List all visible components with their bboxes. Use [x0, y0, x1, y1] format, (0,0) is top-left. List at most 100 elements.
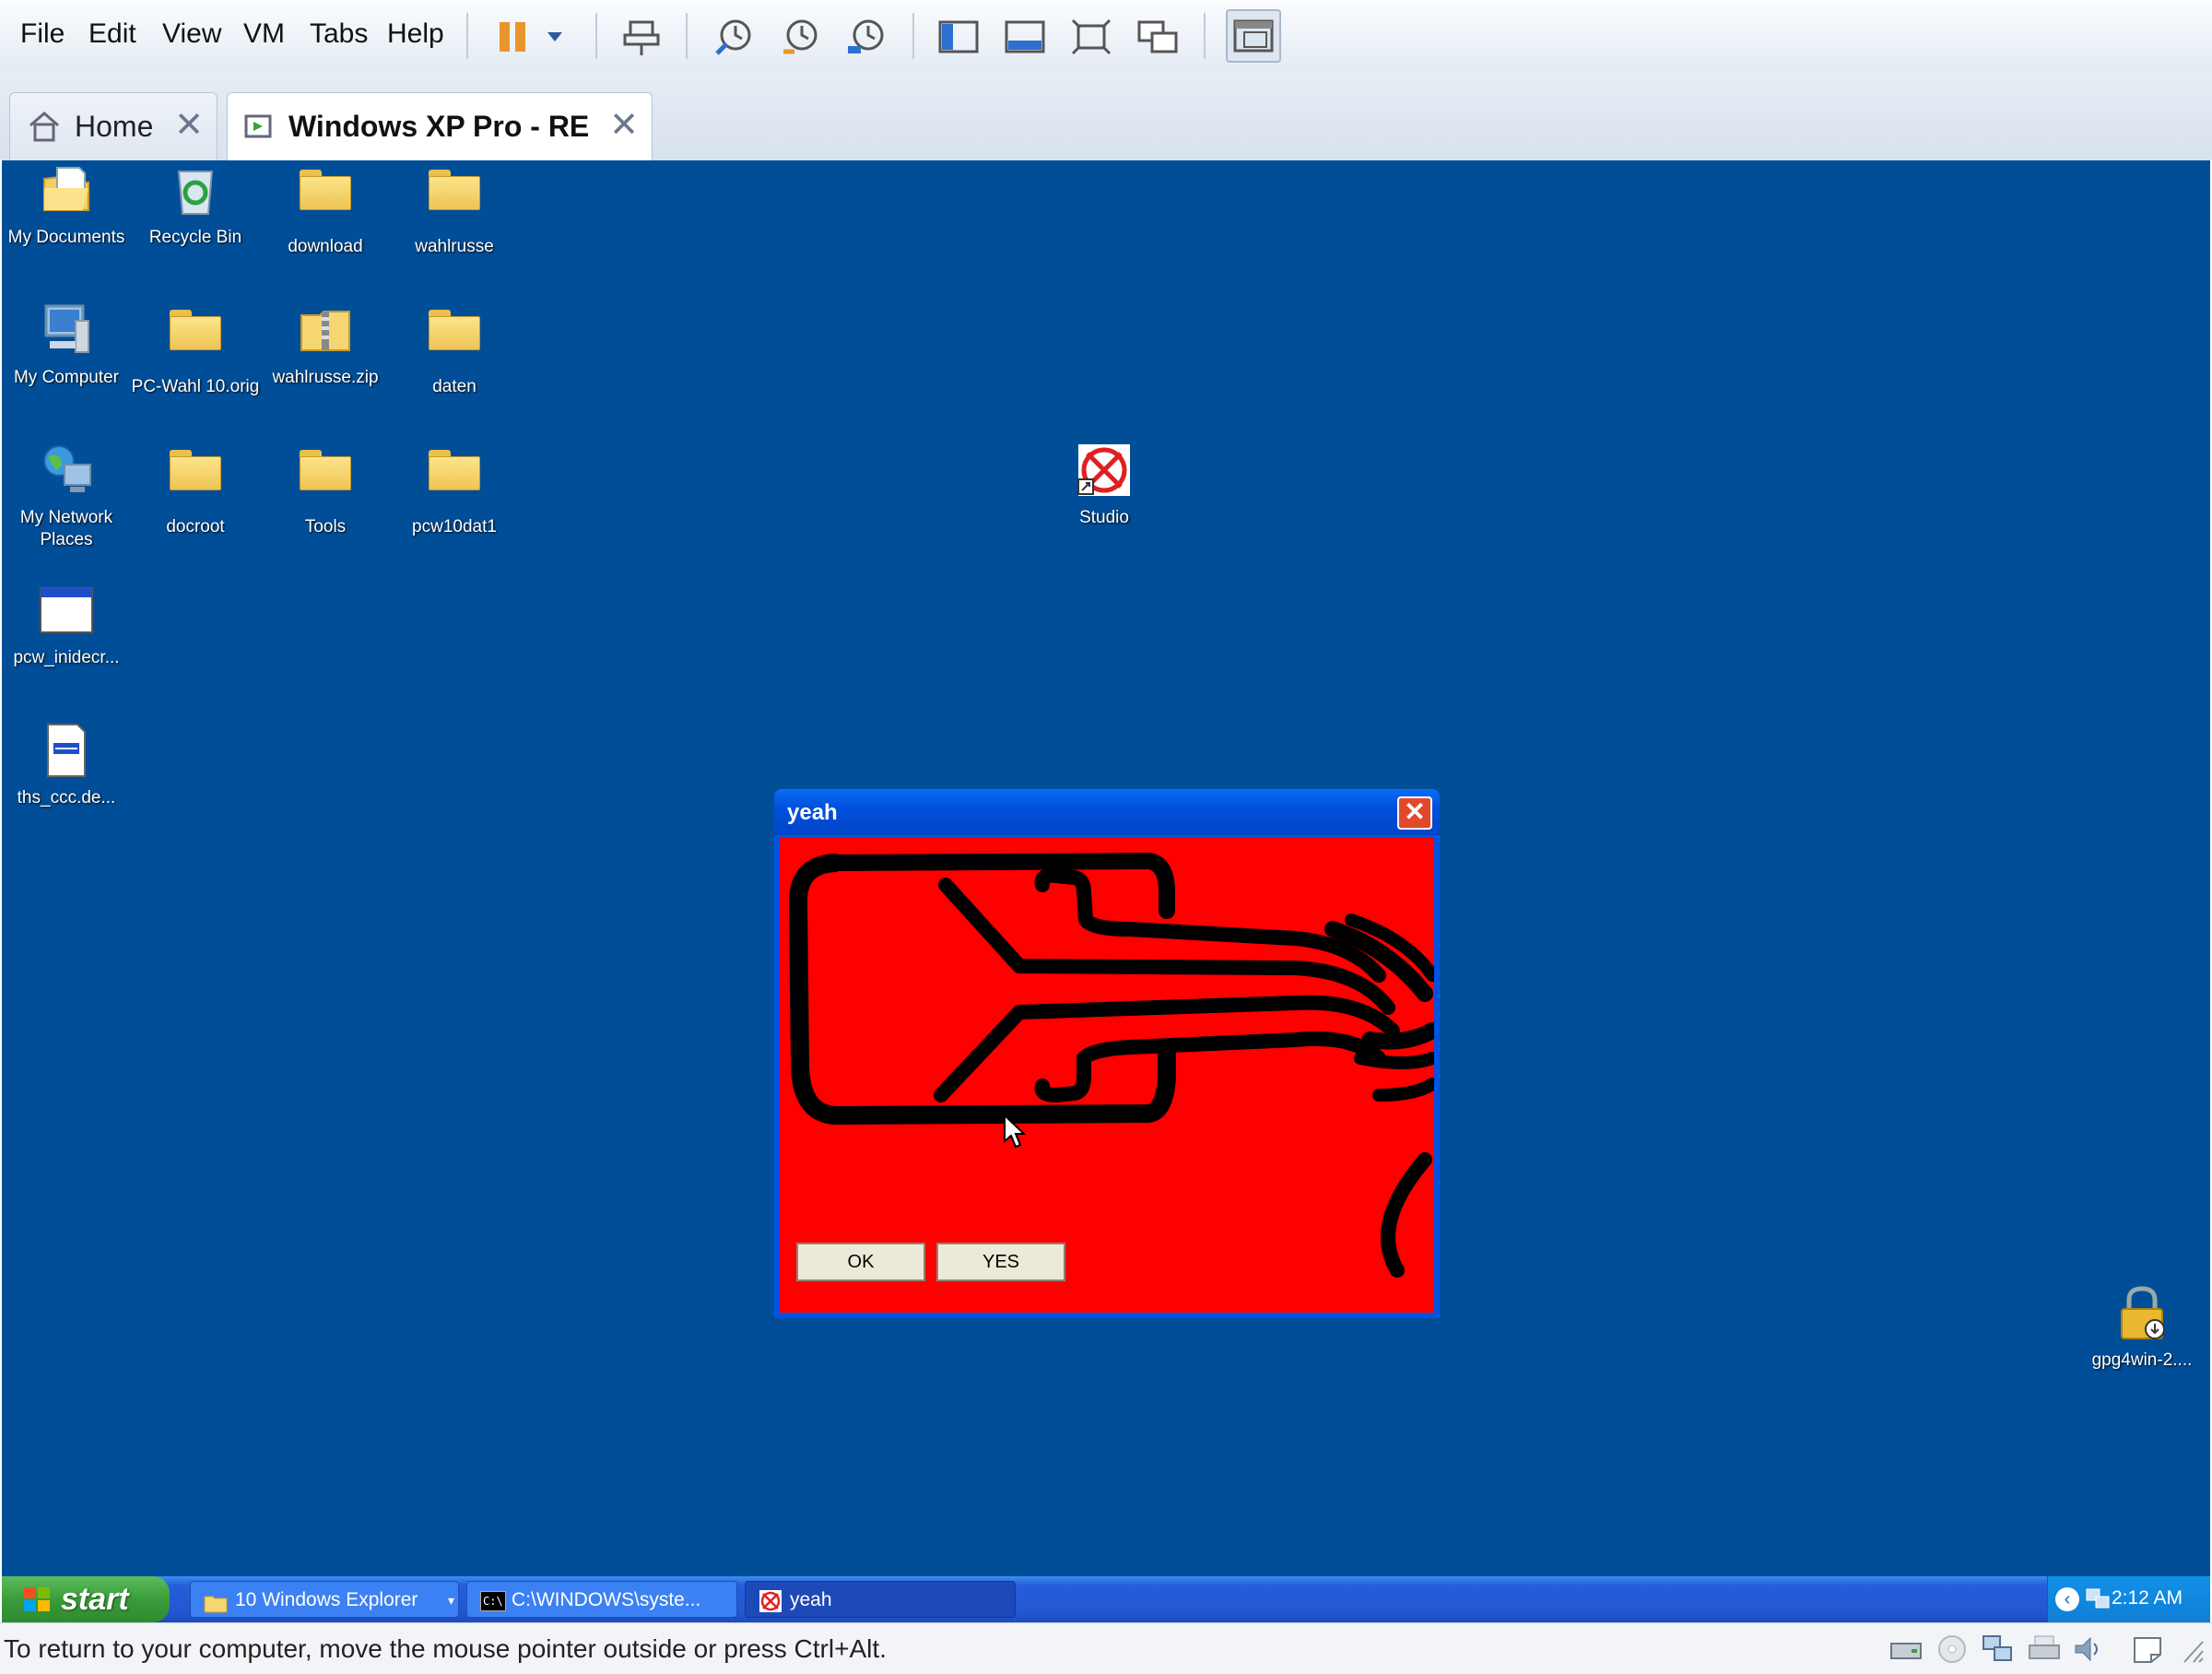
dialog-client-area: OK YES: [780, 837, 1434, 1313]
desktop-icon-label: daten: [432, 377, 477, 396]
vmware-status-bar: To return to your computer, move the mou…: [0, 1622, 2212, 1674]
desktop-icon-label: Studio: [1079, 508, 1129, 527]
close-icon[interactable]: ✕: [1397, 796, 1432, 830]
full-screen-icon[interactable]: [1067, 13, 1115, 61]
desktop-icon-label: pcw_inidecr...: [13, 648, 120, 667]
close-icon[interactable]: ✕: [174, 108, 204, 143]
menu-view[interactable]: View: [162, 18, 221, 50]
lock-installer-icon: [2112, 1283, 2171, 1342]
unity-icon[interactable]: [1134, 13, 1182, 61]
taskbar-item-command-prompt[interactable]: C:\ C:\WINDOWS\syste...: [466, 1581, 737, 1618]
cd-dvd-icon[interactable]: [1934, 1633, 1971, 1666]
desktop-icon-label: download: [288, 237, 363, 256]
clock[interactable]: 2:12 AM: [2112, 1587, 2183, 1609]
menu-tabs[interactable]: Tabs: [310, 18, 368, 50]
folder-icon: [425, 450, 484, 509]
taskbar: start 10 Windows Explorer ▾ C:\ C:\WINDO…: [2, 1576, 2210, 1622]
show-sidebar-icon[interactable]: [935, 13, 982, 61]
mouse-cursor-icon: [1004, 1114, 1027, 1149]
desktop-icon-label: My Network Places: [19, 508, 113, 549]
dropdown-arrow-icon[interactable]: [536, 13, 573, 61]
network-places-icon: [37, 441, 96, 500]
recycle-bin-icon: [166, 160, 225, 219]
folder-icon: [425, 170, 484, 229]
desktop-icon-pcw10dat1[interactable]: pcw10dat1: [390, 441, 519, 538]
desktop-icon-my-network-places[interactable]: My Network Places: [2, 441, 131, 551]
dialog-titlebar[interactable]: yeah ✕: [774, 789, 1440, 835]
start-button[interactable]: start: [2, 1576, 170, 1622]
folder-icon: [166, 310, 225, 369]
desktop-icon-label: ths_ccc.de...: [17, 788, 116, 808]
menu-file[interactable]: File: [20, 18, 65, 50]
chevron-down-icon: ▾: [447, 1593, 454, 1608]
network-adapter-icon[interactable]: [1980, 1633, 2017, 1666]
vm-icon: [241, 109, 277, 146]
desktop-icon-docroot[interactable]: docroot: [131, 441, 260, 538]
desktop-icon-my-documents[interactable]: My Documents: [2, 160, 131, 249]
toolbar-separator: [686, 13, 688, 59]
snapshot-manager-icon[interactable]: [842, 13, 890, 61]
desktop-icon-ths-ccc[interactable]: ths_ccc.de...: [2, 721, 131, 809]
yeah-dialog: yeah ✕ OK YES: [774, 789, 1440, 1318]
broken-shortcut-icon: [759, 1589, 782, 1613]
tab-label: Home: [75, 110, 154, 143]
toolbar-separator: [1204, 13, 1206, 59]
desktop-icon-studio[interactable]: Studio: [1040, 441, 1169, 529]
ok-button[interactable]: OK: [796, 1243, 925, 1281]
chevron-left-icon[interactable]: ‹: [2055, 1587, 2079, 1611]
home-icon: [27, 109, 64, 146]
desktop-icon-recycle-bin[interactable]: Recycle Bin: [131, 160, 260, 249]
desktop-icon-label: docroot: [166, 517, 225, 536]
folder-icon: [296, 170, 355, 229]
my-documents-icon: [37, 160, 96, 219]
command-prompt-icon: C:\: [480, 1591, 506, 1611]
menu-help[interactable]: Help: [387, 18, 444, 50]
windows-logo-icon: [22, 1586, 52, 1613]
message-log-icon[interactable]: [2129, 1633, 2166, 1666]
desktop-icon-pcw-inidecr[interactable]: pcw_inidecr...: [2, 581, 131, 669]
desktop-icon-wahlrusse-zip[interactable]: wahlrusse.zip: [261, 301, 390, 389]
desktop-icon-gpg4win[interactable]: gpg4win-2....: [2077, 1283, 2206, 1372]
menu-edit[interactable]: Edit: [88, 18, 136, 50]
tab-home[interactable]: Home ✕: [9, 92, 218, 160]
status-message: To return to your computer, move the mou…: [4, 1634, 887, 1663]
desktop-icon-wahlrusse[interactable]: wahlrusse: [390, 160, 519, 258]
taskbar-item-windows-explorer[interactable]: 10 Windows Explorer ▾: [190, 1581, 459, 1618]
dialog-title: yeah: [787, 800, 838, 825]
desktop-icon-label: PC-Wahl 10.orig: [131, 377, 260, 396]
toolbar-separator: [595, 13, 597, 59]
console-view-icon[interactable]: [1226, 9, 1281, 63]
tab-windows-xp-pro[interactable]: Windows XP Pro - RE ✕: [227, 92, 653, 160]
tab-strip: Home ✕ Windows XP Pro - RE ✕: [0, 72, 2212, 160]
desktop-icon-my-computer[interactable]: My Computer: [2, 301, 131, 389]
my-computer-icon: [37, 301, 96, 360]
desktop-icon-label: My Computer: [13, 368, 120, 387]
menu-vm[interactable]: VM: [243, 18, 285, 50]
show-thumbnail-bar-icon[interactable]: [1001, 13, 1049, 61]
application-window-icon: [37, 581, 96, 640]
taskbar-item-label: yeah: [790, 1589, 832, 1610]
pause-icon[interactable]: [488, 13, 536, 61]
printer-icon[interactable]: [2026, 1633, 2063, 1666]
hard-disk-icon[interactable]: [1888, 1633, 1924, 1666]
spider-graphic: [789, 853, 1434, 1278]
snapshot-take-icon[interactable]: [710, 13, 758, 61]
desktop-icon-tools[interactable]: Tools: [261, 441, 390, 538]
resize-grip-icon[interactable]: [2177, 1633, 2208, 1666]
taskbar-item-yeah[interactable]: yeah: [745, 1581, 1016, 1618]
desktop-icon-label: pcw10dat1: [412, 517, 497, 536]
desktop-icon-daten[interactable]: daten: [390, 301, 519, 398]
desktop-icon-pc-wahl-10-orig[interactable]: PC-Wahl 10.orig: [131, 301, 260, 398]
taskbar-item-label: C:\WINDOWS\syste...: [512, 1589, 701, 1610]
close-icon[interactable]: ✕: [609, 108, 639, 143]
zip-folder-icon: [296, 301, 355, 360]
snapshot-revert-icon[interactable]: [776, 13, 824, 61]
document-icon: [37, 721, 96, 780]
yes-button[interactable]: YES: [936, 1243, 1065, 1281]
network-status-icon[interactable]: [2085, 1587, 2111, 1611]
folder-icon: [204, 1589, 228, 1613]
send-ctrl-alt-del-icon[interactable]: [618, 13, 665, 61]
sound-card-icon[interactable]: [2070, 1633, 2107, 1666]
toolbar-separator: [466, 13, 468, 59]
desktop-icon-download[interactable]: download: [261, 160, 390, 258]
